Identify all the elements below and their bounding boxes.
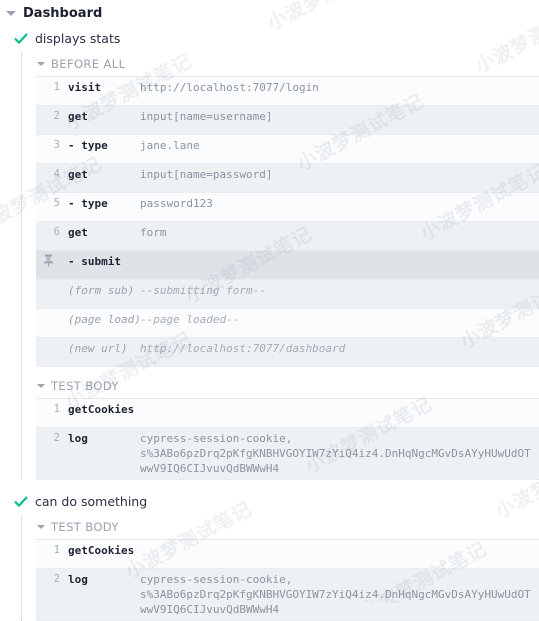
command-method: get (68, 168, 88, 181)
command-row[interactable]: 5 - type password123 (36, 193, 539, 222)
command-message: form (140, 226, 167, 239)
command-list: 1 getCookies 2 log cypress-session-cookie, s… (36, 539, 539, 621)
command-row-event[interactable]: (form sub) --submitting form-- (36, 280, 539, 309)
hook-label: TEST BODY (51, 379, 119, 393)
test-title: can do something (35, 494, 148, 509)
hook-header[interactable]: BEFORE ALL (36, 53, 539, 76)
command-message: input[name=password] (140, 168, 273, 181)
command-method: log (68, 573, 88, 586)
command-method: (new url) (68, 342, 128, 355)
command-number: 2 (53, 432, 60, 444)
command-row[interactable]: 2 log cypress-session-cookie, s%3ABo6pzDrq… (36, 428, 539, 480)
command-method: (form sub) (68, 284, 135, 297)
command-row[interactable]: 3 - type jane.lane (36, 135, 539, 164)
command-row[interactable]: 4 get input[name=password] (36, 164, 539, 193)
command-row[interactable]: 6 get form (36, 222, 539, 251)
command-number: 1 (53, 81, 60, 93)
suite-header[interactable]: Dashboard (0, 0, 539, 25)
command-method: - submit (68, 255, 121, 268)
command-row[interactable]: 1 getCookies (36, 540, 539, 569)
command-list: 1 visit http://localhost:7077/login 2 get inp… (36, 76, 539, 367)
command-message: --submitting form-- (140, 284, 266, 297)
command-message: jane.lane (140, 139, 200, 152)
command-row[interactable]: 2 get input[name=username] (36, 106, 539, 135)
command-method: get (68, 226, 88, 239)
hook-header[interactable]: TEST BODY (36, 375, 539, 398)
command-method: getCookies (68, 544, 135, 557)
caret-down-icon[interactable] (6, 11, 16, 16)
command-row-pinned[interactable]: - submit (36, 251, 539, 280)
command-number: 1 (53, 403, 60, 415)
command-number: 3 (53, 139, 60, 151)
caret-down-icon[interactable] (37, 525, 45, 529)
command-method: - type (68, 197, 108, 210)
test-body-container: TEST BODY 1 getCookies 2 log cypress-session-… (21, 516, 539, 621)
command-message: http://localhost:7077/login (140, 81, 319, 94)
test-title: displays stats (35, 31, 121, 46)
hook-header[interactable]: TEST BODY (36, 516, 539, 539)
test-body-container: BEFORE ALL 1 visit http://localhost:7077/lo… (21, 53, 539, 480)
command-method: log (68, 432, 88, 445)
command-list: 1 getCookies 2 log cypress-session-cookie, s… (36, 398, 539, 480)
pin-icon[interactable] (36, 254, 68, 267)
command-message: input[name=username] (140, 110, 273, 123)
command-number: 2 (53, 110, 60, 122)
command-row[interactable]: 1 getCookies (36, 399, 539, 428)
check-icon (14, 495, 28, 509)
check-icon (14, 32, 28, 46)
command-row-event[interactable]: (new url) http://localhost:7077/dashboard (36, 338, 539, 367)
command-message: cypress-session-cookie, s%3ABo6pzDrq2pKf… (140, 573, 531, 616)
command-method: visit (68, 81, 102, 94)
test-block: can do something TEST BODY 1 getCookies 2 log… (0, 488, 539, 621)
command-number: 5 (53, 197, 60, 209)
command-row[interactable]: 1 visit http://localhost:7077/login (36, 77, 539, 106)
command-message: cypress-session-cookie, s%3ABo6pzDrq2pKf… (140, 432, 531, 475)
command-method: getCookies (68, 403, 135, 416)
command-message: password123 (140, 197, 213, 210)
suite-title: Dashboard (23, 6, 103, 21)
command-message: http://localhost:7077/dashboard (140, 342, 346, 355)
command-method: - type (68, 139, 108, 152)
test-block: displays stats BEFORE ALL 1 visit http://loc… (0, 25, 539, 480)
cypress-command-log: Dashboard displays stats BEFORE ALL 1 visit h… (0, 0, 539, 621)
command-row-event[interactable]: (page load) --page loaded-- (36, 309, 539, 338)
hook-label: BEFORE ALL (51, 57, 126, 71)
caret-down-icon[interactable] (37, 62, 45, 66)
command-number: 6 (53, 226, 60, 238)
hook-label: TEST BODY (51, 520, 119, 534)
command-number: 1 (53, 544, 60, 556)
command-number: 2 (53, 573, 60, 585)
command-number: 4 (53, 168, 60, 180)
command-row[interactable]: 2 log cypress-session-cookie, s%3ABo6pzDrq… (36, 569, 539, 621)
command-message: --page loaded-- (140, 313, 240, 326)
caret-down-icon[interactable] (37, 384, 45, 388)
command-method: get (68, 110, 88, 123)
test-header[interactable]: can do something (0, 488, 539, 516)
command-method: (page load) (68, 313, 140, 326)
test-header[interactable]: displays stats (0, 25, 539, 53)
